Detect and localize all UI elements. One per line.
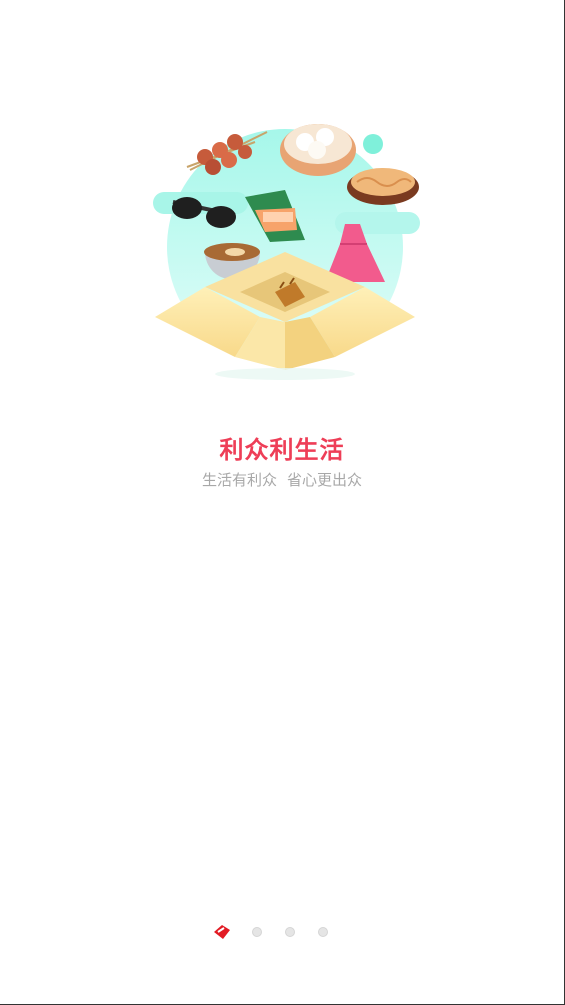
gift-box-illustration-icon	[153, 124, 420, 380]
onboarding-illustration	[145, 112, 425, 382]
onboarding-subtitle: 生活有利众 省心更出众	[0, 469, 564, 490]
subtitle-right: 省心更出众	[287, 471, 363, 489]
onboarding-screen: 利众利生活 生活有利众 省心更出众	[0, 0, 565, 1005]
page-dot-3[interactable]	[285, 927, 295, 937]
active-page-ribbon-icon	[214, 925, 230, 939]
onboarding-title: 利众利生活	[219, 436, 345, 464]
page-dot-2[interactable]	[252, 927, 262, 937]
page-indicator	[0, 922, 564, 942]
page-dot-1-active[interactable]	[212, 922, 232, 942]
page-dot-4[interactable]	[318, 927, 328, 937]
subtitle-left: 生活有利众	[201, 471, 277, 489]
